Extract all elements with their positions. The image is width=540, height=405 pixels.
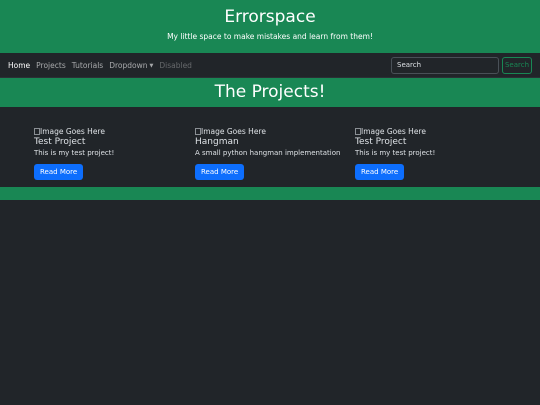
nav-dropdown-label: Dropdown: [109, 60, 148, 70]
projects-banner: The Projects!: [0, 78, 540, 107]
project-title: Hangman: [195, 137, 239, 147]
project-description: This is my test project!: [34, 149, 115, 157]
navbar: Home Projects Tutorials Dropdown ▼ Disabl…: [0, 53, 540, 78]
caret-down-icon: ▼: [149, 62, 154, 69]
project-title: Test Project: [34, 137, 86, 147]
site-header: Errorspace My little space to make mista…: [0, 0, 540, 53]
read-more-button[interactable]: Read More: [195, 164, 245, 180]
footer-bar: [0, 187, 540, 200]
search-form: Search: [391, 56, 532, 74]
project-card: Image Goes Here Test Project This is my …: [355, 127, 505, 180]
read-more-button[interactable]: Read More: [34, 164, 84, 180]
project-image: Image Goes Here: [34, 127, 184, 137]
search-input[interactable]: [391, 56, 499, 74]
project-image-alt: Image Goes Here: [201, 127, 266, 136]
nav-item-dropdown[interactable]: Dropdown ▼: [109, 61, 153, 70]
projects-heading: The Projects!: [214, 82, 326, 102]
site-title: Errorspace: [224, 7, 316, 27]
project-card: Image Goes Here Hangman A small python h…: [195, 127, 345, 180]
project-description: A small python hangman implementation: [195, 149, 341, 157]
nav-item-tutorials[interactable]: Tutorials: [72, 61, 103, 70]
nav-item-home[interactable]: Home: [8, 61, 30, 70]
project-image: Image Goes Here: [355, 127, 505, 137]
project-image: Image Goes Here: [195, 127, 345, 137]
search-button[interactable]: Search: [502, 56, 532, 74]
nav-links: Home Projects Tutorials Dropdown ▼ Disabl…: [8, 61, 198, 70]
project-image-alt: Image Goes Here: [40, 127, 105, 136]
project-description: This is my test project!: [355, 149, 436, 157]
read-more-button[interactable]: Read More: [355, 164, 405, 180]
site-tagline: My little space to make mistakes and lea…: [167, 32, 373, 41]
nav-item-projects[interactable]: Projects: [36, 61, 66, 70]
project-card: Image Goes Here Test Project This is my …: [34, 127, 184, 180]
project-image-alt: Image Goes Here: [361, 127, 426, 136]
projects-section: Image Goes Here Test Project This is my …: [0, 107, 540, 187]
nav-item-disabled: Disabled: [159, 60, 192, 70]
project-title: Test Project: [355, 137, 407, 147]
